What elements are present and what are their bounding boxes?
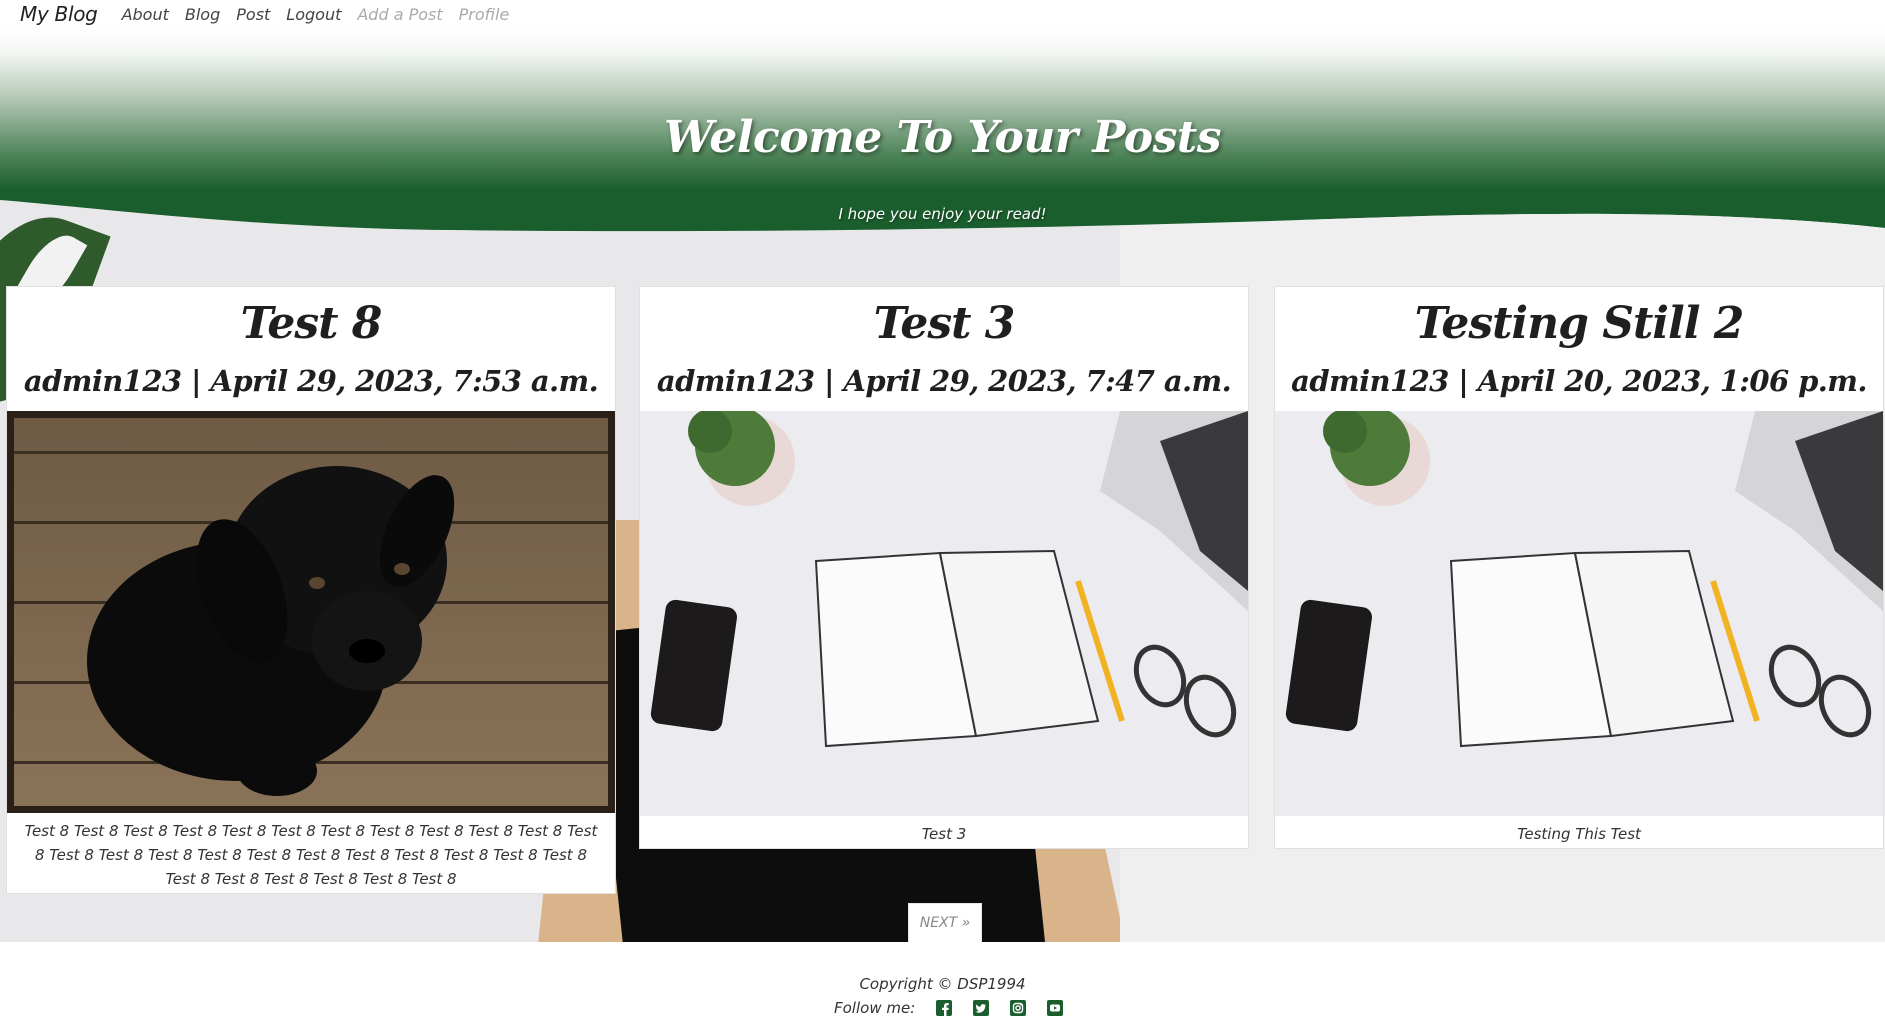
post-excerpt: Test 3 (921, 825, 967, 843)
nav-link-about[interactable]: About (122, 5, 169, 24)
nav-link-add-post[interactable]: Add a Post (357, 5, 442, 24)
nav-link-logout[interactable]: Logout (286, 5, 341, 24)
nav-link-post[interactable]: Post (236, 5, 270, 24)
post-image-puppy[interactable] (7, 411, 615, 813)
post-excerpt: Testing This Test (1517, 825, 1641, 843)
facebook-icon[interactable] (936, 1000, 953, 1016)
copyright-text: Copyright © DSP1994 (859, 975, 1026, 993)
page: Welcome To Your Posts I hope you enjoy y… (0, 0, 1885, 1032)
desk-photo (640, 411, 1248, 816)
post-card[interactable]: Test 8 admin123 | April 29, 2023, 7:53 a… (6, 286, 616, 894)
post-image-desk[interactable] (1275, 411, 1883, 816)
social-links: Follow me: (834, 999, 1064, 1017)
brand-logo[interactable]: My Blog (20, 2, 98, 26)
navbar: My Blog About Blog Post Logout Add a Pos… (0, 0, 1885, 28)
post-meta: admin123 | April 20, 2023, 1:06 p.m. (1291, 364, 1867, 398)
post-card[interactable]: Testing Still 2 admin123 | April 20, 202… (1274, 286, 1884, 849)
twitter-icon[interactable] (973, 1000, 990, 1016)
post-title[interactable]: Testing Still 2 (1275, 295, 1883, 353)
youtube-icon[interactable] (1047, 1000, 1064, 1016)
puppy-photo (7, 411, 615, 813)
instagram-icon[interactable] (1010, 1000, 1027, 1016)
follow-label: Follow me: (834, 999, 916, 1017)
post-title[interactable]: Test 3 (640, 295, 1248, 353)
post-excerpt: Test 8 Test 8 Test 8 Test 8 Test 8 Test … (24, 822, 598, 888)
desk-photo (1275, 411, 1883, 816)
post-image-desk[interactable] (640, 411, 1248, 816)
hero-header: Welcome To Your Posts I hope you enjoy y… (0, 28, 1885, 276)
post-meta: admin123 | April 29, 2023, 7:47 a.m. (656, 364, 1232, 398)
nav-link-profile[interactable]: Profile (459, 5, 510, 24)
post-card[interactable]: Test 3 admin123 | April 29, 2023, 7:47 a… (639, 286, 1249, 849)
hero-subtitle: I hope you enjoy your read! (838, 205, 1047, 223)
hero-title: Welcome To Your Posts (664, 112, 1221, 163)
next-page-button[interactable]: NEXT » (908, 903, 982, 943)
nav-link-blog[interactable]: Blog (185, 5, 220, 24)
footer: Copyright © DSP1994 Follow me: (0, 942, 1885, 1032)
post-meta: admin123 | April 29, 2023, 7:53 a.m. (23, 364, 599, 398)
post-title[interactable]: Test 8 (7, 295, 615, 353)
